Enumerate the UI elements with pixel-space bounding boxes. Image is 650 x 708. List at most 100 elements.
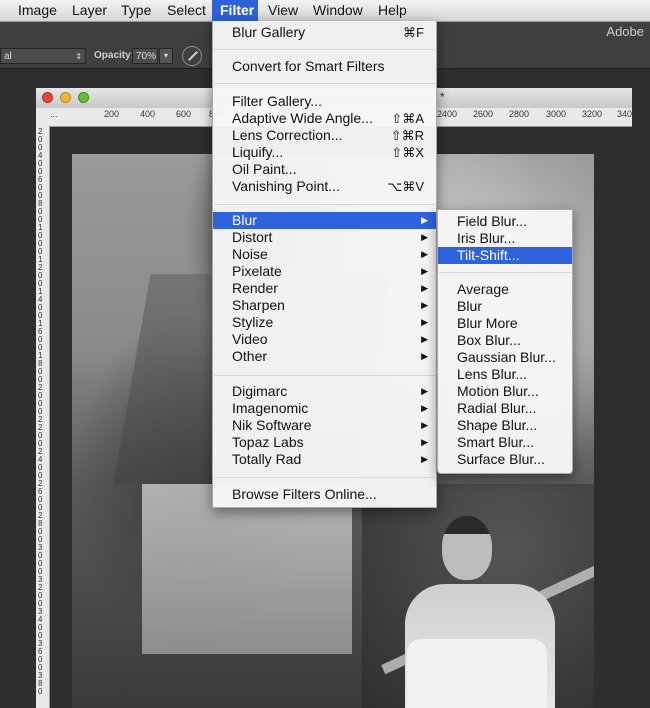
submenu-item-blur-more[interactable]: Blur More <box>438 315 572 332</box>
chevron-down-icon: ▾ <box>163 51 168 60</box>
menu-item-digimarc[interactable]: Digimarc ▶ <box>213 383 436 400</box>
menu-item-noise[interactable]: Noise ▶ <box>213 246 436 263</box>
submenu-arrow-icon: ▶ <box>421 215 428 225</box>
menu-item-label: Field Blur... <box>457 213 528 229</box>
menu-image[interactable]: Image <box>10 0 65 21</box>
shortcut-label: ⇧⌘A <box>391 111 424 126</box>
menu-item-label: Video <box>232 331 268 347</box>
menu-item-label: Vanishing Point... <box>232 178 340 194</box>
document-modified-marker: * <box>440 90 445 104</box>
submenu-item-radial-blur[interactable]: Radial Blur... <box>438 400 572 417</box>
shortcut-label: ⌘F <box>403 25 424 40</box>
menu-item-label: Distort <box>232 229 273 245</box>
submenu-arrow-icon: ▶ <box>421 249 428 259</box>
menu-item-oil-paint[interactable]: Oil Paint... <box>213 161 436 178</box>
menu-item-blur-gallery[interactable]: Blur Gallery ⌘F <box>213 24 436 41</box>
menu-item-label: Nik Software <box>232 417 312 433</box>
menu-item-sharpen[interactable]: Sharpen ▶ <box>213 297 436 314</box>
submenu-item-motion-blur[interactable]: Motion Blur... <box>438 383 572 400</box>
menu-separator <box>214 375 435 376</box>
bride-head <box>442 516 492 580</box>
submenu-item-average[interactable]: Average <box>438 281 572 298</box>
menu-item-label: Gaussian Blur... <box>457 349 556 365</box>
menu-item-label: Box Blur... <box>457 332 521 348</box>
opacity-field[interactable]: 70% <box>132 48 158 64</box>
submenu-item-lens-blur[interactable]: Lens Blur... <box>438 366 572 383</box>
menu-item-liquify[interactable]: Liquify... ⇧⌘X <box>213 144 436 161</box>
opacity-dropdown-button[interactable]: ▾ <box>159 48 173 64</box>
menu-help[interactable]: Help <box>370 0 415 21</box>
bride-dress <box>407 639 547 708</box>
menu-item-render[interactable]: Render ▶ <box>213 280 436 297</box>
horizontal-ruler-right[interactable]: 2400 2600 2800 3000 3200 3400 <box>436 108 637 127</box>
submenu-item-iris-blur[interactable]: Iris Blur... <box>438 230 572 247</box>
submenu-item-field-blur[interactable]: Field Blur... <box>438 213 572 230</box>
menu-item-label: Browse Filters Online... <box>232 486 377 502</box>
submenu-arrow-icon: ▶ <box>421 283 428 293</box>
menu-item-label: Blur <box>232 212 257 228</box>
menu-type[interactable]: Type <box>113 0 159 21</box>
menu-item-imagenomic[interactable]: Imagenomic ▶ <box>213 400 436 417</box>
menu-item-label: Sharpen <box>232 297 285 313</box>
menu-item-label: Render <box>232 280 278 296</box>
menu-item-label: Smart Blur... <box>457 434 535 450</box>
menu-item-label: Digimarc <box>232 383 288 399</box>
menu-item-label: Imagenomic <box>232 400 309 416</box>
ruler-dots: ... <box>50 109 58 119</box>
menu-item-label: Convert for Smart Filters <box>232 58 385 74</box>
menu-item-nik-software[interactable]: Nik Software ▶ <box>213 417 436 434</box>
menu-item-label: Filter Gallery... <box>232 93 322 109</box>
submenu-item-box-blur[interactable]: Box Blur... <box>438 332 572 349</box>
submenu-item-smart-blur[interactable]: Smart Blur... <box>438 434 572 451</box>
mode-select[interactable]: al ⇕ <box>0 48 86 64</box>
submenu-item-surface-blur[interactable]: Surface Blur... <box>438 451 572 468</box>
shortcut-label: ⇧⌘X <box>391 145 424 160</box>
menu-item-browse-filters-online[interactable]: Browse Filters Online... <box>213 486 436 503</box>
submenu-arrow-icon: ▶ <box>421 437 428 447</box>
ruler-label: 3000 <box>546 109 567 119</box>
select-arrows-icon: ⇕ <box>75 52 82 61</box>
menu-layer[interactable]: Layer <box>64 0 115 21</box>
menu-select[interactable]: Select <box>159 0 214 21</box>
close-window-icon[interactable] <box>42 92 53 103</box>
submenu-item-gaussian-blur[interactable]: Gaussian Blur... <box>438 349 572 366</box>
menu-item-label: Adaptive Wide Angle... <box>232 110 373 126</box>
menu-item-pixelate[interactable]: Pixelate ▶ <box>213 263 436 280</box>
submenu-item-blur[interactable]: Blur <box>438 298 572 315</box>
airbrush-icon[interactable] <box>182 46 202 66</box>
ruler-digit: 0 <box>38 687 43 696</box>
menu-item-totally-rad[interactable]: Totally Rad ▶ <box>213 451 436 468</box>
menu-separator <box>214 477 435 478</box>
menu-item-lens-correction[interactable]: Lens Correction... ⇧⌘R <box>213 127 436 144</box>
ruler-label: 200 <box>104 109 120 119</box>
menu-item-label: Totally Rad <box>232 451 302 467</box>
menu-item-label: Motion Blur... <box>457 383 539 399</box>
menu-item-distort[interactable]: Distort ▶ <box>213 229 436 246</box>
menu-item-label: Lens Correction... <box>232 127 343 143</box>
menu-item-other[interactable]: Other ▶ <box>213 348 436 365</box>
menu-item-label: Pixelate <box>232 263 282 279</box>
minimize-window-icon[interactable] <box>60 92 71 103</box>
menu-item-convert-smart-filters[interactable]: Convert for Smart Filters <box>213 58 436 75</box>
menu-item-label: Liquify... <box>232 144 284 160</box>
menu-item-vanishing-point[interactable]: Vanishing Point... ⌥⌘V <box>213 178 436 195</box>
submenu-item-shape-blur[interactable]: Shape Blur... <box>438 417 572 434</box>
menu-filter[interactable]: Filter <box>212 0 258 21</box>
zoom-window-icon[interactable] <box>78 92 89 103</box>
menu-item-topaz-labs[interactable]: Topaz Labs ▶ <box>213 434 436 451</box>
menu-bar: Image Layer Type Select Filter View Wind… <box>0 0 650 22</box>
vertical-ruler[interactable]: 2004006008001000120014001600180020002200… <box>36 126 50 708</box>
menu-item-label: Tilt-Shift... <box>457 247 520 263</box>
submenu-item-tilt-shift[interactable]: Tilt-Shift... <box>438 247 572 264</box>
menu-item-stylize[interactable]: Stylize ▶ <box>213 314 436 331</box>
menu-item-blur[interactable]: Blur ▶ <box>213 212 436 229</box>
menu-item-filter-gallery[interactable]: Filter Gallery... <box>213 93 436 110</box>
menu-item-video[interactable]: Video ▶ <box>213 331 436 348</box>
menu-separator <box>439 272 571 273</box>
ruler-label: 600 <box>176 109 192 119</box>
menu-item-label: Stylize <box>232 314 274 330</box>
menu-item-label: Blur More <box>457 315 518 331</box>
menu-view[interactable]: View <box>260 0 306 21</box>
menu-item-adaptive-wide-angle[interactable]: Adaptive Wide Angle... ⇧⌘A <box>213 110 436 127</box>
menu-window[interactable]: Window <box>305 0 371 21</box>
